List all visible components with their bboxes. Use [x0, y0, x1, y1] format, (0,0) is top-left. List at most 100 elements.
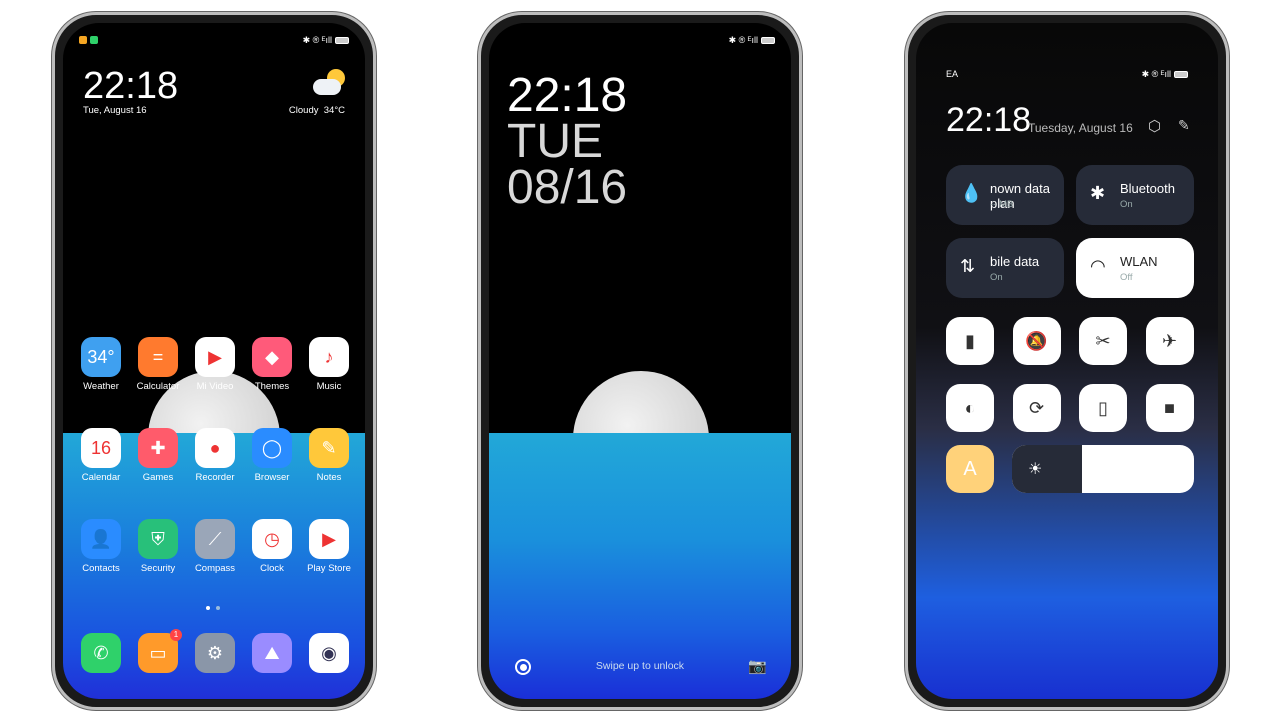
- app-browser[interactable]: ◯ Browser: [244, 428, 300, 483]
- control-center: EA ✱ ® ᴱıll 22:18 Tuesday, August 16 ⬡ ✎ …: [916, 23, 1218, 699]
- app-calculator[interactable]: = Calculator: [130, 337, 186, 392]
- app-games[interactable]: ✚ Games: [130, 428, 186, 483]
- notification-icon: [79, 36, 87, 44]
- clock-time[interactable]: 22:18: [83, 65, 178, 108]
- tile-title: bile data: [990, 254, 1040, 269]
- app-label: Contacts: [82, 563, 120, 574]
- page-indicator-active[interactable]: [206, 606, 210, 610]
- app-icon: ◆: [252, 337, 292, 377]
- app-mi-video[interactable]: ▶ Mi Video: [187, 337, 243, 392]
- app-icon: ✎: [309, 428, 349, 468]
- app-icon: ◯: [252, 428, 292, 468]
- page-indicator[interactable]: [216, 606, 220, 610]
- cc-time: 22:18: [946, 101, 1032, 139]
- auto-rotate-icon: ⟳: [1028, 397, 1045, 418]
- tile-title: Bluetooth: [1120, 181, 1175, 196]
- flashlight-button[interactable]: ▮: [946, 317, 994, 365]
- app-security[interactable]: ⛨ Security: [130, 519, 186, 574]
- camera-icon[interactable]: 📷: [748, 657, 767, 675]
- tile-wlan[interactable]: ◠ WLAN Off: [1076, 238, 1194, 298]
- brightness-slider[interactable]: ☀: [1012, 445, 1194, 493]
- screen-record-icon: ■: [1164, 397, 1175, 418]
- app-icon: ▶: [195, 337, 235, 377]
- tile-status: -- MB: [990, 199, 1014, 210]
- settings-icon[interactable]: ⬡: [1148, 117, 1161, 135]
- battery-icon: [335, 36, 349, 44]
- screenshot-button[interactable]: ✂: [1079, 317, 1127, 365]
- app-weather[interactable]: 34° Weather: [73, 337, 129, 392]
- app-icon: ◷: [252, 519, 292, 559]
- app-compass[interactable]: ⟋ Compass: [187, 519, 243, 574]
- auto-rotate-button[interactable]: ⟳: [1012, 384, 1061, 432]
- dock-camera[interactable]: ◉: [301, 633, 357, 677]
- gallery-icon: ⛰: [252, 633, 292, 673]
- vibrate-icon: ▯: [1098, 397, 1108, 418]
- app-label: Games: [142, 472, 174, 483]
- status-icons: ✱ ® ᴱıll: [302, 34, 332, 45]
- app-label: Clock: [260, 563, 284, 574]
- app-icon: 👤: [81, 519, 121, 559]
- tile-title: WLAN: [1120, 254, 1158, 269]
- app-contacts[interactable]: 👤 Contacts: [73, 519, 129, 574]
- dock-messages[interactable]: ▭ 1: [130, 629, 186, 677]
- app-notes[interactable]: ✎ Notes: [301, 428, 357, 483]
- tile-nown-data-plan[interactable]: 💧 nown data plan -- MB: [946, 165, 1064, 225]
- carrier-label: EA: [946, 69, 959, 79]
- flashlight-icon: ▮: [965, 330, 975, 351]
- app-clock[interactable]: ◷ Clock: [244, 519, 300, 574]
- app-label: Play Store: [307, 563, 351, 574]
- app-icon: ⟋: [195, 519, 235, 559]
- edit-icon[interactable]: ✎: [1178, 117, 1190, 134]
- phone-notification-icon: [90, 36, 98, 44]
- battery-icon: [761, 36, 775, 44]
- airplane-mode-button[interactable]: ✈: [1145, 317, 1194, 365]
- toggle-button[interactable]: ◐: [946, 384, 994, 432]
- unlock-hint: Swipe up to unlock: [595, 660, 685, 672]
- phone-home: ✱ ® ᴱıll 22:18 Tue, August 16 Cloudy 34°…: [52, 12, 376, 710]
- tile-bluetooth[interactable]: ✱ Bluetooth On: [1076, 165, 1194, 225]
- app-music[interactable]: ♪ Music: [301, 337, 357, 392]
- screen-record-button[interactable]: ■: [1145, 384, 1194, 432]
- app-calendar[interactable]: 16 Calendar: [73, 428, 129, 483]
- status-icons: ✱ ® ᴱıll: [728, 34, 758, 45]
- tile-status: On: [1120, 199, 1133, 210]
- app-label: Notes: [316, 472, 342, 483]
- dock-gallery[interactable]: ⛰: [244, 633, 300, 677]
- app-play-store[interactable]: ▶ Play Store: [301, 519, 357, 574]
- auto-brightness-button[interactable]: A: [946, 445, 994, 493]
- app-icon: ♪: [309, 337, 349, 377]
- app-label: Mi Video: [196, 381, 234, 392]
- status-icons: ✱ ® ᴱıll: [1141, 68, 1171, 79]
- app-label: Weather: [83, 381, 119, 392]
- weather-temp: 34°C: [323, 105, 345, 116]
- app-icon: ✚: [138, 428, 178, 468]
- settings-icon: ⚙: [195, 633, 235, 673]
- app-label: Calendar: [81, 472, 121, 483]
- app-label: Calculator: [136, 381, 180, 392]
- toggle-icon: ◐: [964, 397, 976, 418]
- mute-icon: 🔕: [1025, 330, 1048, 351]
- dock-phone[interactable]: ✆: [73, 633, 129, 677]
- app-icon: ⛨: [138, 519, 178, 559]
- tile-icon: ✱: [1090, 183, 1106, 203]
- dock-settings[interactable]: ⚙: [187, 633, 243, 677]
- app-label: Themes: [254, 381, 290, 392]
- app-label: Compass: [194, 563, 236, 574]
- battery-icon: [1174, 70, 1188, 78]
- vibrate-button[interactable]: ▯: [1079, 384, 1127, 432]
- clock-date: Tue, August 16: [83, 105, 147, 116]
- tile-bile-data[interactable]: ⇅ bile data On: [946, 238, 1064, 298]
- mute-button[interactable]: 🔕: [1012, 317, 1061, 365]
- cloudy-weather-icon[interactable]: [313, 69, 345, 95]
- app-recorder[interactable]: ● Recorder: [187, 428, 243, 483]
- app-themes[interactable]: ◆ Themes: [244, 337, 300, 392]
- phone-control-center: EA ✱ ® ᴱıll 22:18 Tuesday, August 16 ⬡ ✎ …: [905, 12, 1229, 710]
- weather-condition: Cloudy: [288, 105, 319, 116]
- app-label: Music: [316, 381, 342, 392]
- tile-icon: ⇅: [960, 256, 976, 276]
- home-screen: ✱ ® ᴱıll 22:18 Tue, August 16 Cloudy 34°…: [63, 23, 365, 699]
- unread-badge: 1: [170, 629, 182, 641]
- phone-lock: ✱ ® ᴱıll 22:18 TUE 08/16 Swipe up to unl…: [478, 12, 802, 710]
- cc-date: Tuesday, August 16: [1028, 121, 1133, 135]
- app-label: Recorder: [195, 472, 235, 483]
